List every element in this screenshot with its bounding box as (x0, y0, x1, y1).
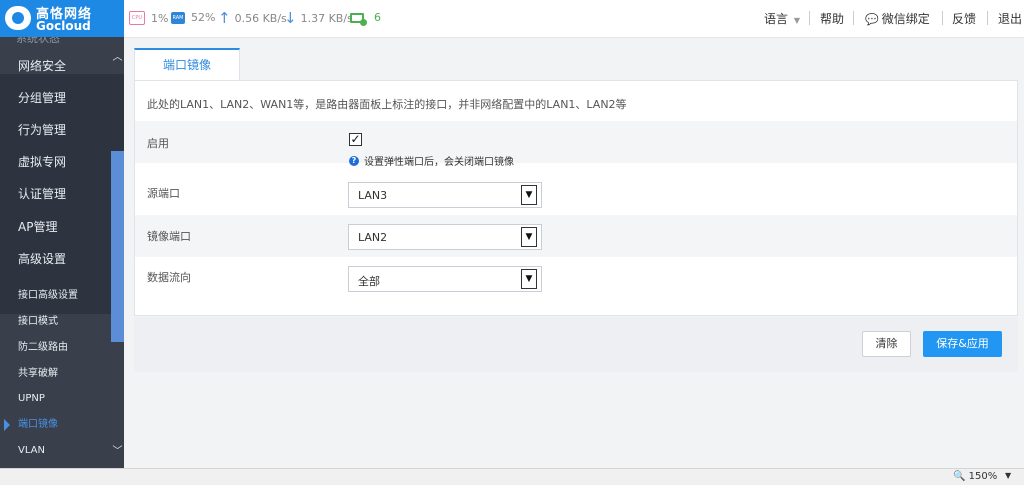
direction-select[interactable]: 全部 ▼ (348, 266, 542, 292)
help-link[interactable]: 帮助 (820, 10, 844, 27)
nav-divider (942, 11, 943, 25)
sidebar-subitem-anti-secondary-routing[interactable]: 防二级路由 (0, 335, 124, 361)
ram-icon: RAM (171, 11, 185, 24)
sidebar-scrollbar-thumb[interactable] (111, 151, 124, 342)
cpu-stat: CPU 1% (129, 11, 168, 25)
download-stat: ↓ 1.37 KB/s (284, 9, 353, 27)
source-port-label: 源端口 (147, 187, 180, 200)
source-port-select[interactable]: LAN3 ▼ (348, 182, 542, 208)
form-row-enable (135, 121, 1017, 163)
hint: ? 设置弹性端口后，会关闭端口镜像 (349, 153, 514, 168)
wechat-bind-link[interactable]: 💬 微信绑定 (865, 10, 930, 27)
sidebar-subitem-port-mirror[interactable]: 端口镜像 (0, 412, 124, 438)
sidebar-item-ap-management[interactable]: AP管理 (0, 211, 124, 243)
chevron-down-icon: ▼ (521, 227, 537, 247)
sidebar-item-network-security[interactable]: 网络安全 (0, 50, 124, 82)
caret-down-icon: ▼ (793, 16, 800, 25)
sidebar: 系统状态 网络安全 分组管理 行为管理 虚拟专网 认证管理 AP管理 高级设置 … (0, 37, 124, 468)
devices-stat[interactable]: 6 (350, 11, 381, 26)
cpu-icon: CPU (129, 11, 145, 25)
sidebar-item-vpn[interactable]: 虚拟专网 (0, 146, 124, 178)
download-arrow-icon: ↓ (284, 9, 297, 27)
devices-monitor-icon (350, 12, 367, 26)
chevron-down-icon: ▼ (521, 185, 537, 205)
language-label: 语言 (764, 12, 789, 26)
chevron-down-icon: ▼ (521, 269, 537, 289)
save-apply-button[interactable]: 保存&应用 (923, 331, 1002, 357)
enable-label: 启用 (147, 137, 169, 150)
upload-value: 0.56 KB/s (234, 11, 287, 25)
ram-stat: RAM 52% (171, 11, 215, 24)
form-row-mirror (135, 215, 1017, 257)
sidebar-subitem-upnp[interactable]: UPNP (0, 386, 124, 412)
scroll-up-chevron-icon[interactable]: ︿ (111, 48, 124, 63)
sidebar-subitem-interface-advanced[interactable]: 接口高级设置 (0, 283, 124, 309)
sidebar-subitem-interface-mode[interactable]: 接口模式 (0, 309, 124, 335)
enable-checkbox[interactable]: ✓ (349, 133, 362, 146)
hint-text: 设置弹性端口后，会关闭端口镜像 (364, 157, 514, 168)
sidebar-item-authentication[interactable]: 认证管理 (0, 178, 124, 210)
upload-stat: ↑ 0.56 KB/s (218, 9, 287, 27)
sidebar-item-partial[interactable]: 系统状态 (16, 37, 60, 46)
zoom-icon: 🔍 (953, 471, 966, 482)
language-menu[interactable]: 语言 ▼ (764, 10, 800, 27)
scroll-down-chevron-icon[interactable]: ﹀ (111, 442, 124, 457)
nav-divider (809, 11, 810, 25)
sidebar-item-advanced-settings[interactable]: 高级设置 (0, 243, 124, 275)
sidebar-item-group-management[interactable]: 分组管理 (0, 82, 124, 114)
upload-arrow-icon: ↑ (218, 9, 231, 27)
direction-label: 数据流向 (147, 271, 191, 284)
cloud-logo-icon (5, 6, 31, 30)
cpu-value: 1% (151, 11, 169, 25)
clear-button[interactable]: 清除 (862, 331, 911, 357)
wechat-bind-label: 微信绑定 (881, 12, 930, 26)
direction-value: 全部 (358, 275, 380, 288)
sidebar-item-behavior-management[interactable]: 行为管理 (0, 114, 124, 146)
settings-panel (134, 80, 1018, 316)
logo-name-en: Gocloud (36, 19, 91, 33)
tab-port-mirror[interactable]: 端口镜像 (134, 48, 240, 80)
notice-text: 此处的LAN1、LAN2、WAN1等，是路由器面板上标注的接口，并非网络配置中的… (147, 98, 627, 111)
top-bar: 高恪网络 Gocloud CPU 1% RAM 52% ↑ 0.56 KB/s … (0, 0, 1024, 38)
nav-divider (853, 11, 854, 25)
sidebar-subitem-vlan[interactable]: VLAN (0, 438, 124, 464)
zoom-value: 150% (968, 471, 998, 482)
question-icon: ? (349, 155, 359, 166)
download-value: 1.37 KB/s (300, 11, 353, 25)
logout-link[interactable]: 退出 (998, 10, 1022, 27)
mirror-port-label: 镜像端口 (147, 230, 191, 243)
mirror-port-select[interactable]: LAN2 ▼ (348, 224, 542, 250)
sidebar-subitem-share-crack[interactable]: 共享破解 (0, 361, 124, 387)
source-port-value: LAN3 (358, 189, 388, 202)
wechat-icon: 💬 (865, 13, 879, 26)
zoom-dropdown-icon[interactable]: ▼ (1005, 471, 1011, 480)
mirror-port-value: LAN2 (358, 231, 388, 244)
status-bar: 🔍 150% ▼ (0, 468, 1024, 485)
zoom-control[interactable]: 🔍 150% (953, 471, 997, 482)
nav-divider (987, 11, 988, 25)
ram-value: 52% (191, 11, 216, 24)
devices-count: 6 (374, 11, 381, 24)
feedback-link[interactable]: 反馈 (952, 10, 976, 27)
logo[interactable]: 高恪网络 Gocloud (0, 0, 124, 37)
